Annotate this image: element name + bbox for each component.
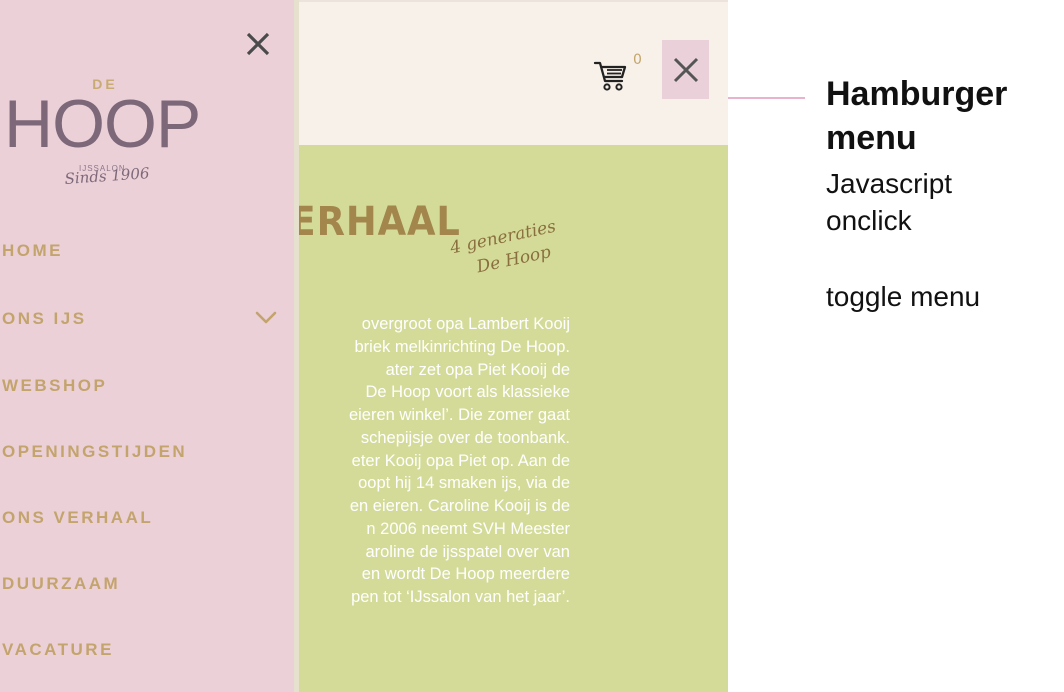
story-line: ater zet opa Piet Kooij de: [385, 360, 570, 379]
story-line: eieren winkel’. Die zomer gaat: [348, 406, 570, 424]
nav-item-ons-ijs[interactable]: ONS IJS: [0, 299, 294, 339]
cart-count-badge: 0: [633, 52, 642, 68]
story-line: oopt hij 14 smaken ijs, via de: [358, 474, 570, 493]
close-icon[interactable]: [244, 30, 272, 58]
logo-sinds: Sinds 1906: [64, 164, 151, 188]
logo-hoop: HOOP: [4, 86, 201, 162]
shopping-cart-icon[interactable]: [593, 57, 629, 93]
story-line: n 2006 neemt SVH Meester: [366, 519, 570, 538]
story-line: overgroot opa Lambert Kooij: [361, 315, 570, 333]
story-line: aroline de ijsspatel over van: [365, 542, 570, 561]
annotation-text: onclick: [826, 205, 912, 236]
nav-item-label: WEBSHOP: [2, 376, 108, 395]
side-menu: DE HOOP IJSSALON Sinds 1906 HOME ONS IJS…: [0, 0, 294, 692]
nav-item-ons-verhaal[interactable]: ONS VERHAAL: [0, 498, 294, 538]
annotation-connector: [728, 97, 805, 99]
chevron-down-icon[interactable]: [255, 311, 277, 325]
nav-item-label: ONS IJS: [2, 309, 87, 328]
nav-item-label: ONS VERHAAL: [2, 508, 154, 527]
nav-item-home[interactable]: HOME: [0, 231, 294, 271]
menu-toggle-button[interactable]: [662, 40, 709, 99]
annotation-text: toggle menu: [826, 281, 981, 312]
close-icon: [673, 57, 698, 82]
nav-item-label: HOME: [2, 241, 63, 260]
story-line: De Hoop voort als klassieke: [365, 383, 570, 402]
annotation-title: Hamburger menu: [826, 75, 1008, 157]
side-menu-edge: [294, 0, 299, 692]
nav-item-label: OPENINGSTIJDEN: [2, 442, 188, 461]
nav-item-vacature[interactable]: VACATURE: [0, 630, 294, 670]
nav-item-webshop[interactable]: WEBSHOP: [0, 366, 294, 406]
nav-item-duurzaam[interactable]: DUURZAAM: [0, 564, 294, 604]
story-line: schepijsje over de toonbank.: [360, 428, 570, 447]
story-line: en eieren. Caroline Kooij is de: [349, 497, 570, 515]
story-tagline: 4 generaties De Hoop: [448, 208, 595, 284]
story-line: en wordt De Hoop meerdere: [361, 565, 570, 584]
nav-item-openingstijden[interactable]: OPENINGSTIJDEN: [0, 432, 294, 472]
nav-item-label: DUURZAAM: [2, 574, 121, 593]
story-line: eter Kooij opa Piet op. Aan de: [351, 451, 570, 470]
nav-item-label: VACATURE: [2, 640, 114, 659]
story-line: briek melkinrichting De Hoop.: [354, 337, 570, 356]
annotation-text: Javascript: [826, 168, 953, 199]
story-line: pen tot ‘IJssalon van het jaar’.: [351, 588, 570, 606]
